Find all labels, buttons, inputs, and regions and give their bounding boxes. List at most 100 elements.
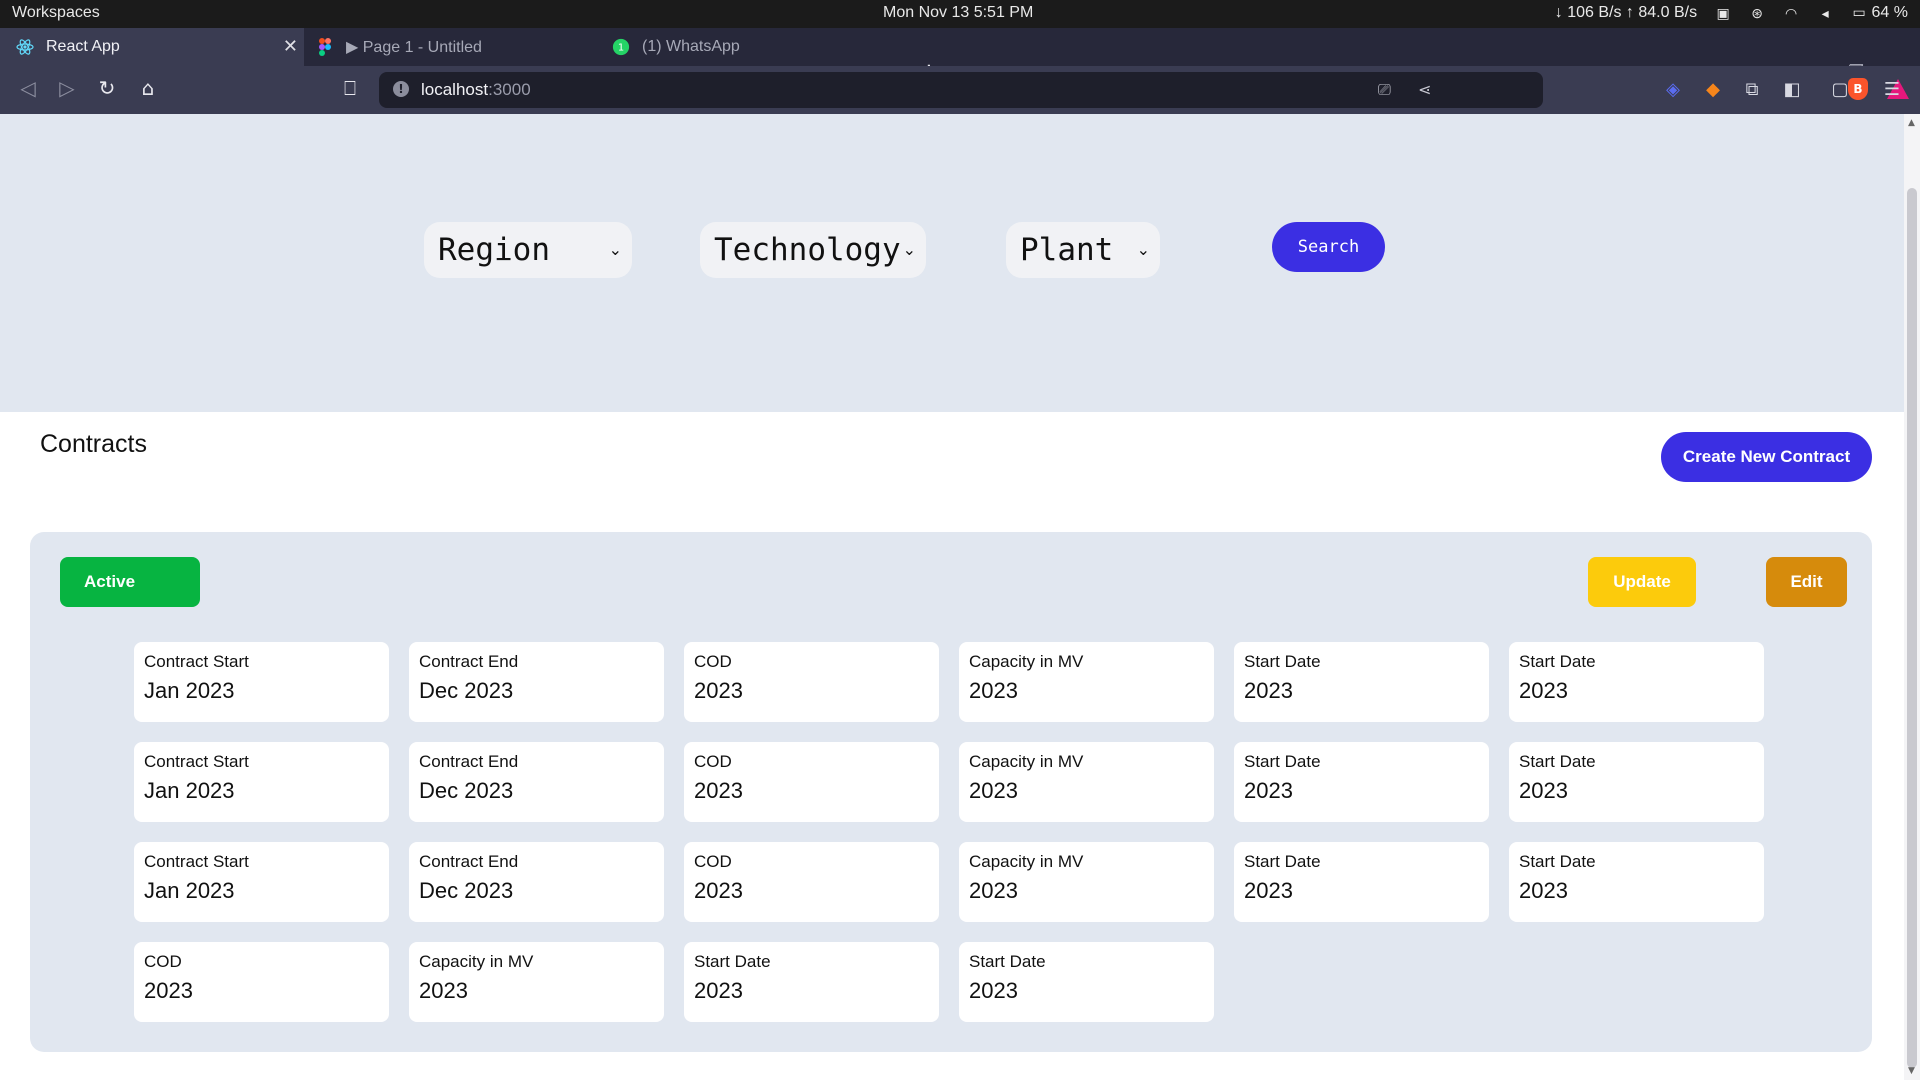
close-tab-icon[interactable]: ✕ bbox=[283, 36, 298, 57]
contract-field: Contract Start Jan 2023 bbox=[134, 842, 389, 922]
battery-indicator[interactable]: ▭ 64 % bbox=[1851, 4, 1908, 22]
react-icon bbox=[16, 38, 34, 56]
menu-icon[interactable]: ☰ bbox=[1881, 79, 1903, 101]
field-value: Jan 2023 bbox=[144, 678, 235, 703]
tab-figma[interactable]: ▶ Page 1 - Untitled bbox=[316, 28, 596, 66]
url-text[interactable]: localhost:3000 bbox=[421, 80, 531, 100]
wallet-icon[interactable]: ▢ bbox=[1829, 79, 1851, 101]
field-value: Jan 2023 bbox=[144, 778, 235, 803]
wifi-icon[interactable]: ◠ bbox=[1783, 5, 1799, 22]
back-icon[interactable]: ◁ bbox=[16, 76, 40, 100]
contract-field: COD 2023 bbox=[684, 842, 939, 922]
workspaces-button[interactable]: Workspaces bbox=[12, 4, 100, 22]
field-label: Start Date bbox=[694, 952, 771, 971]
network-speed: ↓ 106 B/s ↑ 84.0 B/s bbox=[1554, 4, 1698, 21]
page-viewport: Region ⌄ Technology ⌄ Plant ⌄ Search Con… bbox=[0, 114, 1904, 1080]
contract-field: COD 2023 bbox=[134, 942, 389, 1022]
page-title: Contracts bbox=[40, 430, 147, 458]
field-label: Start Date bbox=[1519, 752, 1596, 771]
brave-shields-icon[interactable]: B bbox=[1848, 78, 1868, 100]
contract-field: Start Date 2023 bbox=[684, 942, 939, 1022]
contract-field: Capacity in MV 2023 bbox=[409, 942, 664, 1022]
metamask-icon[interactable]: ◆ bbox=[1702, 79, 1724, 101]
contract-field: Start Date 2023 bbox=[1509, 642, 1764, 722]
accessibility-icon[interactable]: ⊛ bbox=[1749, 5, 1765, 22]
contract-field: Capacity in MV 2023 bbox=[959, 642, 1214, 722]
field-value: 2023 bbox=[1519, 678, 1568, 703]
update-button[interactable]: Update bbox=[1588, 557, 1696, 607]
clock[interactable]: Mon Nov 13 5:51 PM bbox=[883, 4, 1033, 22]
cast-icon[interactable]: ⎚ bbox=[1378, 80, 1391, 100]
field-value: 2023 bbox=[1244, 878, 1293, 903]
field-label: Contract Start bbox=[144, 852, 249, 871]
sidebar-icon[interactable]: ◧ bbox=[1781, 79, 1803, 101]
field-label: COD bbox=[694, 752, 732, 771]
filter-section: Region ⌄ Technology ⌄ Plant ⌄ Search bbox=[0, 114, 1904, 412]
home-icon[interactable]: ⌂ bbox=[136, 76, 160, 100]
plant-select[interactable]: Plant ⌄ bbox=[1006, 222, 1160, 278]
contract-field: COD 2023 bbox=[684, 742, 939, 822]
field-value: 2023 bbox=[144, 978, 193, 1003]
field-label: Capacity in MV bbox=[969, 852, 1084, 871]
field-label: Start Date bbox=[1244, 752, 1321, 771]
edit-button[interactable]: Edit bbox=[1766, 557, 1847, 607]
tab-title: (1) WhatsApp bbox=[642, 38, 740, 55]
field-label: Start Date bbox=[1519, 852, 1596, 871]
share-icon[interactable]: ⋖ bbox=[1418, 80, 1431, 99]
extensions-icon[interactable]: ⧉ bbox=[1741, 79, 1763, 101]
contract-field: Capacity in MV 2023 bbox=[959, 842, 1214, 922]
contract-field: COD 2023 bbox=[684, 642, 939, 722]
chevron-down-icon: ⌄ bbox=[902, 240, 916, 259]
forward-icon[interactable]: ▷ bbox=[55, 76, 79, 100]
tab-title: ▶ Page 1 - Untitled bbox=[346, 39, 482, 56]
field-value: 2023 bbox=[969, 678, 1018, 703]
tab-title: React App bbox=[46, 38, 120, 55]
field-value: 2023 bbox=[969, 878, 1018, 903]
field-label: COD bbox=[694, 652, 732, 671]
page-scrollbar[interactable]: ▲ ▼ bbox=[1904, 114, 1920, 1080]
reload-icon[interactable]: ↻ bbox=[95, 76, 119, 100]
field-value: 2023 bbox=[1244, 778, 1293, 803]
field-value: 2023 bbox=[1519, 778, 1568, 803]
contract-field: Start Date 2023 bbox=[959, 942, 1214, 1022]
site-info-icon[interactable]: ! bbox=[393, 81, 409, 97]
technology-select[interactable]: Technology ⌄ bbox=[700, 222, 926, 278]
contract-card: Active Update Edit Contract Start Jan 202… bbox=[30, 532, 1872, 1052]
tab-strip: React App ✕ ▶ Page 1 - Untitled 1 (1) Wh… bbox=[0, 28, 1920, 88]
whatsapp-icon: 1 bbox=[612, 38, 630, 56]
bitwarden-icon[interactable]: ◈ bbox=[1662, 79, 1684, 101]
field-value: 2023 bbox=[694, 978, 743, 1003]
figma-icon bbox=[316, 38, 334, 56]
status-badge[interactable]: Active bbox=[60, 557, 200, 607]
tab-react-app[interactable]: React App ✕ bbox=[0, 28, 304, 66]
volume-icon[interactable]: ◂ bbox=[1817, 5, 1833, 22]
contract-field: Contract End Dec 2023 bbox=[409, 642, 664, 722]
search-button[interactable]: Search bbox=[1272, 222, 1385, 272]
field-label: COD bbox=[694, 852, 732, 871]
url-host: localhost bbox=[421, 80, 489, 99]
scroll-down-icon[interactable]: ▼ bbox=[1908, 1066, 1915, 1076]
bookmark-icon[interactable]: ⎕ bbox=[338, 76, 362, 100]
field-label: Start Date bbox=[969, 952, 1046, 971]
scroll-up-icon[interactable]: ▲ bbox=[1908, 118, 1915, 128]
field-value: 2023 bbox=[419, 978, 468, 1003]
tab-whatsapp[interactable]: 1 (1) WhatsApp bbox=[612, 28, 902, 66]
field-value: Dec 2023 bbox=[419, 778, 514, 803]
field-label: Contract End bbox=[419, 852, 519, 871]
field-value: 2023 bbox=[969, 978, 1018, 1003]
svg-text:1: 1 bbox=[618, 43, 624, 54]
region-select[interactable]: Region ⌄ bbox=[424, 222, 632, 278]
field-label: Capacity in MV bbox=[969, 652, 1084, 671]
field-value: 2023 bbox=[694, 678, 743, 703]
field-value: 2023 bbox=[969, 778, 1018, 803]
contract-field: Start Date 2023 bbox=[1234, 642, 1489, 722]
create-new-contract-button[interactable]: Create New Contract bbox=[1661, 432, 1872, 482]
address-bar[interactable]: ! localhost:3000 ⎚ ⋖ B bbox=[379, 72, 1909, 108]
system-tray: ↓ 106 B/s ↑ 84.0 B/s ▣ ⊛ ◠ ◂ ▭ 64 % bbox=[1555, 4, 1908, 22]
contract-field: Start Date 2023 bbox=[1234, 742, 1489, 822]
field-value: 2023 bbox=[694, 878, 743, 903]
field-label: Capacity in MV bbox=[969, 752, 1084, 771]
windows-icon[interactable]: ▣ bbox=[1715, 5, 1731, 22]
browser-toolbar: ◁ ▷ ↻ ⌂ ⎕ ! localhost:3000 ⎚ ⋖ B ◈ ◆ ⧉ ◧… bbox=[0, 66, 1920, 114]
scrollbar-thumb[interactable] bbox=[1907, 188, 1917, 1068]
